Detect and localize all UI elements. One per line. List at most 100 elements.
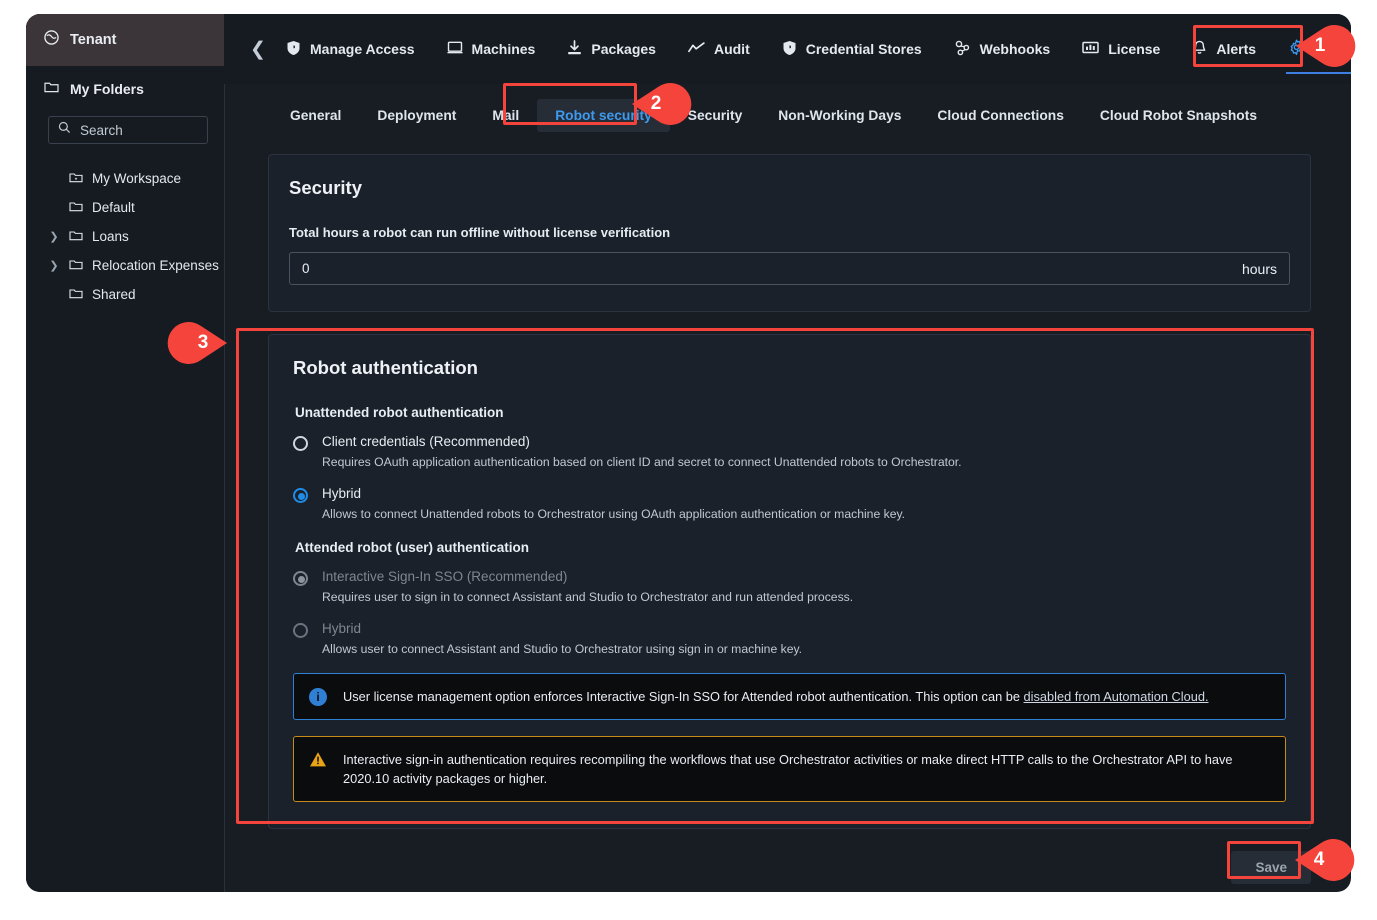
nav-item-license[interactable]: License: [1066, 14, 1176, 84]
shield-icon: [782, 40, 797, 59]
security-card-title: Security: [289, 177, 363, 198]
nav-item-label: Webhooks: [979, 41, 1051, 57]
tree-item-label: Shared: [92, 287, 136, 302]
nav-item-label: Manage Access: [310, 41, 415, 57]
tab-cloud-connections[interactable]: Cloud Connections: [919, 99, 1081, 132]
radio-description: Allows to connect Unattended robots to O…: [322, 507, 906, 521]
workspace-folder-icon: [69, 170, 83, 188]
folder-icon: [69, 257, 83, 275]
folder-icon: [69, 199, 83, 217]
settings-subtabs: General Deployment Mail Robot security S…: [224, 84, 1351, 146]
tree-item-my-workspace[interactable]: ▸ My Workspace: [26, 164, 224, 193]
nav-item-label: License: [1108, 41, 1161, 57]
radio-icon: [293, 571, 308, 586]
nav-item-label: Machines: [471, 41, 536, 57]
collapse-sidebar-button[interactable]: ❮: [250, 38, 266, 61]
nav-item-webhooks[interactable]: Webhooks: [938, 14, 1067, 84]
sidebar: Tenant My Folders Search ▸ My Workspace: [26, 14, 225, 892]
tree-item-label: Default: [92, 200, 135, 215]
nav-item-alerts[interactable]: Alerts: [1176, 14, 1272, 84]
info-icon: i: [309, 688, 327, 706]
chevron-right-icon[interactable]: ❯: [48, 259, 60, 272]
nav-item-audit[interactable]: Audit: [672, 14, 766, 84]
radio-label: Hybrid: [322, 621, 362, 636]
offline-hours-value: 0: [302, 261, 310, 276]
tab-security[interactable]: Security: [670, 99, 760, 132]
nav-item-label: Audit: [713, 41, 750, 57]
tree-item-relocation-expenses[interactable]: ❯ Relocation Expenses: [26, 251, 224, 280]
folder-icon: [44, 80, 59, 98]
top-nav-items: Manage Access Machines Packages Audit Cr…: [270, 14, 1351, 84]
info-alert-message: User license management option enforces …: [343, 689, 1024, 704]
attended-heading: Attended robot (user) authentication: [295, 540, 529, 555]
nav-item-label: Alerts: [1216, 41, 1257, 57]
radio-description: Requires OAuth application authenticatio…: [322, 455, 962, 469]
search-icon: [58, 121, 71, 139]
radio-unattended-client-credentials[interactable]: Client credentials (Recommended): [293, 434, 1286, 451]
tree-item-label: My Workspace: [92, 171, 182, 186]
active-nav-indicator: [1286, 72, 1351, 74]
folder-icon: [69, 286, 83, 304]
folder-icon: [69, 228, 83, 246]
shield-icon: [286, 40, 301, 59]
radio-label: Hybrid: [322, 486, 362, 501]
radio-description: Requires user to sign in to connect Assi…: [322, 590, 854, 604]
radio-attended-interactive-sso: Interactive Sign-In SSO (Recommended): [293, 569, 1286, 586]
nav-item-manage-access[interactable]: Manage Access: [270, 14, 431, 84]
top-navigation-bar: ❮ Manage Access Machines Packages Audit …: [224, 14, 1351, 84]
radio-description: Allows user to connect Assistant and Stu…: [322, 642, 803, 656]
warning-icon: [309, 751, 327, 773]
offline-hours-label: Total hours a robot can run offline with…: [289, 225, 671, 240]
tree-item-label: Loans: [92, 229, 129, 244]
app-window: Tenant My Folders Search ▸ My Workspace: [26, 14, 1351, 892]
license-icon: [1082, 40, 1099, 58]
radio-label: Client credentials (Recommended): [322, 434, 530, 449]
tree-item-label: Relocation Expenses: [92, 258, 219, 273]
bell-icon: [1192, 40, 1207, 59]
radio-icon: [293, 623, 308, 638]
monitor-icon: [447, 40, 463, 58]
security-card: Security Total hours a robot can run off…: [268, 154, 1311, 312]
nav-item-credential-stores[interactable]: Credential Stores: [766, 14, 938, 84]
nav-item-settings[interactable]: Settings: [1272, 14, 1351, 84]
settings-content: Security Total hours a robot can run off…: [224, 146, 1351, 892]
folder-tree: ▸ My Workspace ▸ Default ❯ Loans: [26, 164, 224, 309]
chevron-right-icon[interactable]: ❯: [48, 230, 60, 243]
warning-alert: Interactive sign-in authentication requi…: [293, 736, 1286, 802]
radio-icon[interactable]: [293, 436, 308, 451]
tab-deployment[interactable]: Deployment: [359, 99, 474, 132]
gear-icon: [1288, 39, 1305, 59]
save-button[interactable]: Save: [1231, 851, 1311, 884]
offline-hours-suffix: hours: [1241, 260, 1277, 277]
trend-line-icon: [688, 41, 705, 58]
card-footer: Save: [268, 851, 1311, 884]
tab-robot-security[interactable]: Robot security: [537, 98, 670, 132]
tab-general[interactable]: General: [272, 99, 359, 132]
nav-item-label: Settings: [1314, 41, 1351, 57]
search-placeholder: Search: [80, 122, 123, 138]
radio-unattended-hybrid[interactable]: Hybrid: [293, 486, 1286, 503]
tab-mail[interactable]: Mail: [474, 99, 537, 132]
radio-attended-hybrid: Hybrid: [293, 621, 1286, 638]
my-folders-item[interactable]: My Folders: [26, 66, 224, 112]
offline-hours-input[interactable]: 0 hours: [289, 252, 1290, 285]
tree-item-default[interactable]: ▸ Default: [26, 193, 224, 222]
radio-icon[interactable]: [293, 488, 308, 503]
tenant-selector[interactable]: Tenant: [26, 14, 224, 66]
automation-cloud-link[interactable]: disabled from Automation Cloud.: [1024, 689, 1209, 704]
nav-item-label: Packages: [591, 41, 656, 57]
tab-non-working-days[interactable]: Non-Working Days: [760, 99, 919, 132]
tab-cloud-robot-snapshots[interactable]: Cloud Robot Snapshots: [1082, 99, 1275, 132]
webhook-icon: [954, 40, 971, 59]
radio-label: Interactive Sign-In SSO (Recommended): [322, 569, 568, 584]
nav-item-packages[interactable]: Packages: [551, 14, 672, 84]
search-input[interactable]: Search: [48, 116, 208, 144]
tree-item-loans[interactable]: ❯ Loans: [26, 222, 224, 251]
tenant-label: Tenant: [70, 32, 117, 48]
tree-item-shared[interactable]: ▸ Shared: [26, 280, 224, 309]
unattended-heading: Unattended robot authentication: [295, 405, 504, 420]
download-icon: [567, 39, 582, 59]
warning-alert-text: Interactive sign-in authentication requi…: [343, 752, 1233, 786]
nav-item-label: Credential Stores: [805, 41, 922, 57]
nav-item-machines[interactable]: Machines: [431, 14, 552, 84]
